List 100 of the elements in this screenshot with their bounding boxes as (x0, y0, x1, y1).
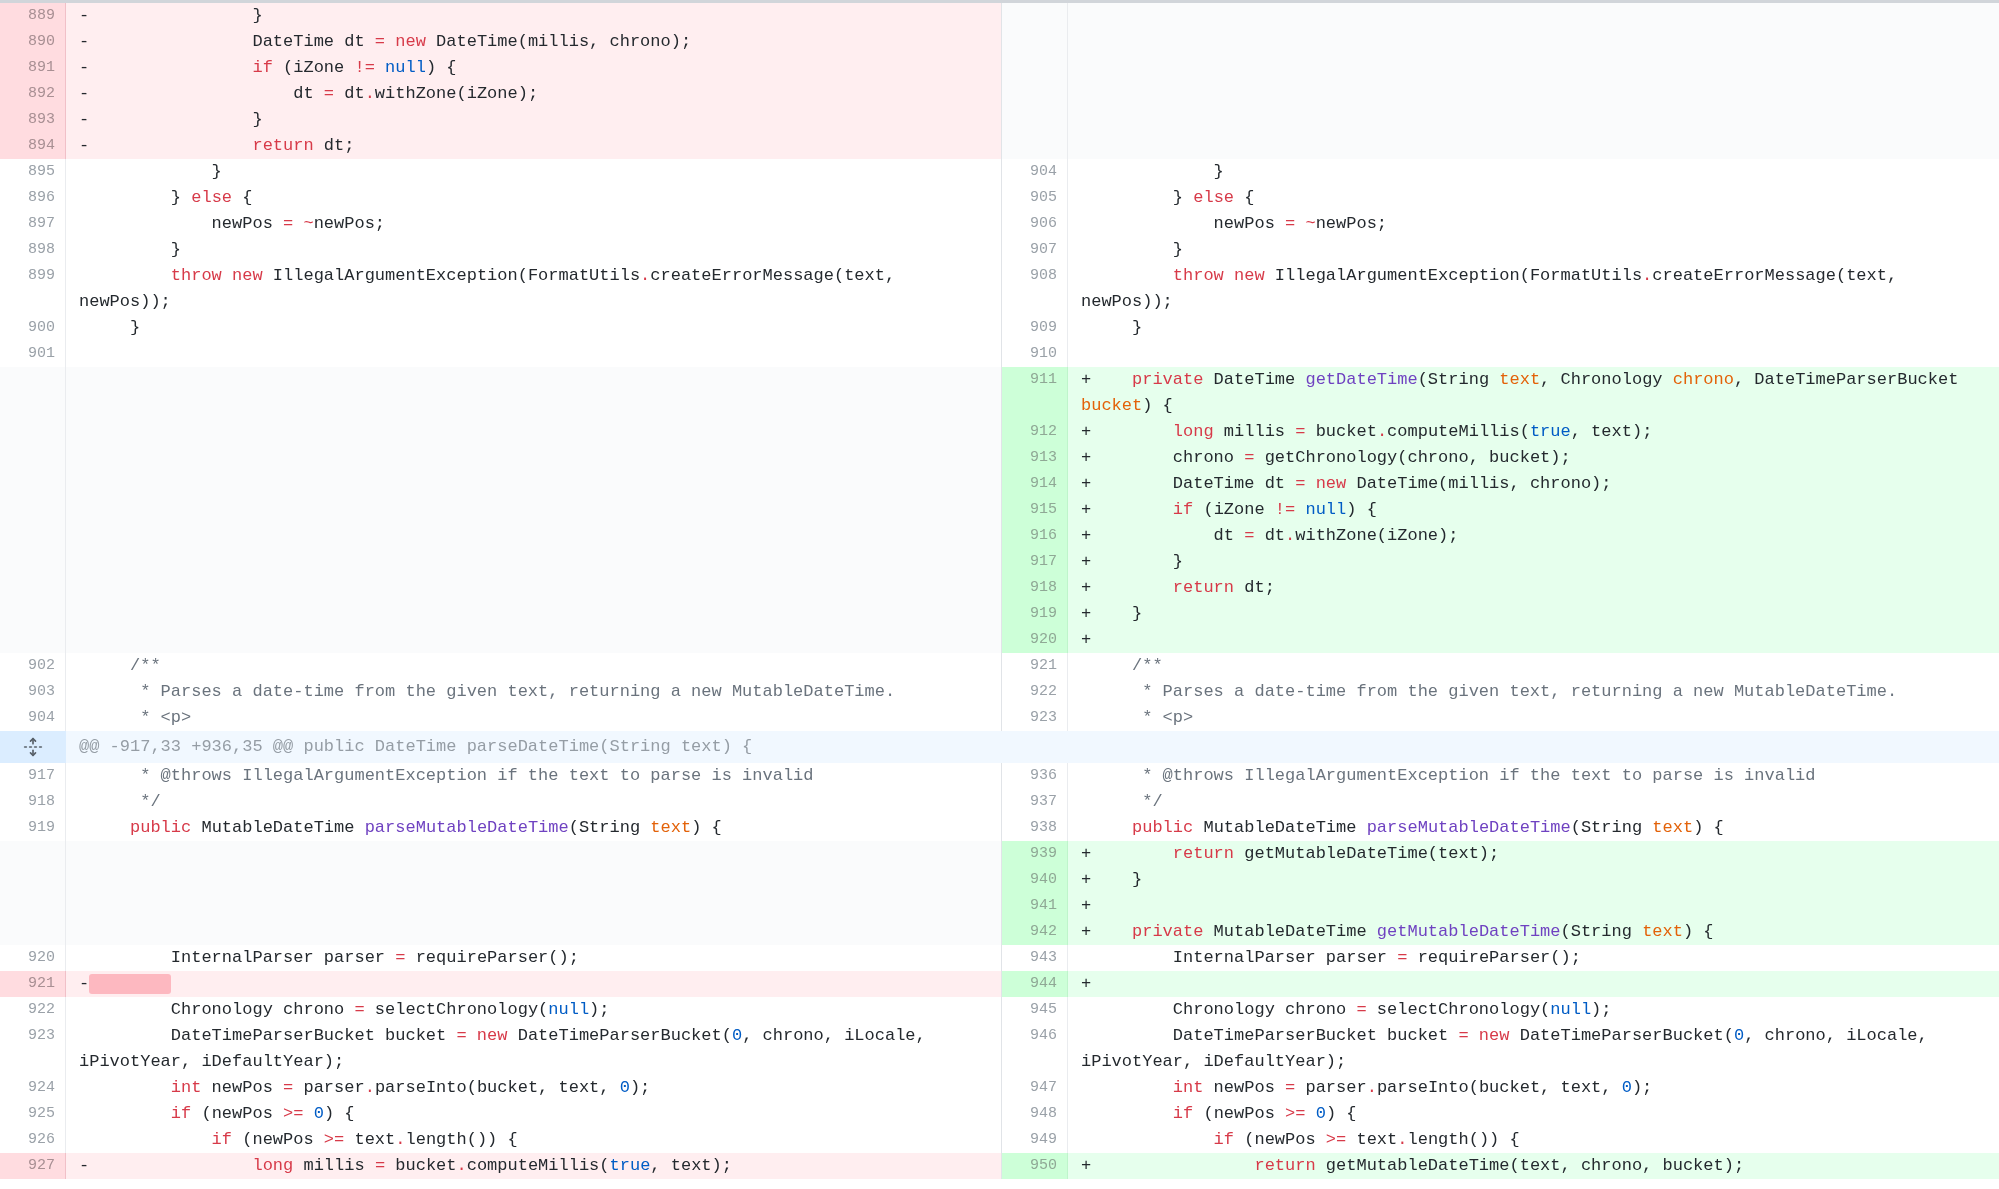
line-number: 923 (1030, 708, 1057, 728)
line-number: 937 (1030, 792, 1057, 812)
code-line: DateTimeParserBucket bucket = new DateTimeParserBucket(0, chrono, iLocale, iPivotYear, iDefaultYear); (79, 1025, 927, 1073)
line-number: 943 (1030, 948, 1057, 968)
code-line: */ (139, 791, 162, 813)
line-number: 919 (1030, 604, 1057, 624)
code-line: /** (1131, 655, 1164, 677)
line-number: 897 (28, 214, 55, 234)
code-line: if (newPos >= 0) { (169, 1103, 356, 1125)
line-number: 940 (1030, 870, 1057, 890)
code-line: } (129, 317, 142, 339)
line-number: 905 (1030, 188, 1057, 208)
code-line: + return dt; (1081, 577, 1276, 599)
code-line: } (1131, 317, 1144, 339)
code-line: if (newPos >= text.length()) { (210, 1129, 519, 1151)
line-number: 945 (1030, 1000, 1057, 1020)
line-number: 891 (28, 58, 55, 78)
code-line: DateTimeParserBucket bucket = new DateTimeParserBucket(0, chrono, iLocale, iPivotYear, iDefaultYear); (1081, 1025, 1929, 1073)
line-number: 906 (1030, 214, 1057, 234)
line-number: 926 (28, 1130, 55, 1150)
line-number: 909 (1030, 318, 1057, 338)
code-line: - long millis = bucket.computeMillis(true, text); (79, 1155, 733, 1177)
code-line: + } (1081, 603, 1144, 625)
line-number: 938 (1030, 818, 1057, 838)
code-line: throw new IllegalArgumentException(FormatUtils.createErrorMessage(text, newPos)); (79, 265, 897, 313)
line-number: 901 (28, 344, 55, 364)
line-number: 949 (1030, 1130, 1057, 1150)
line-number: 920 (1030, 630, 1057, 650)
code-line: + (1081, 973, 1093, 995)
code-line: throw new IllegalArgumentException(FormatUtils.createErrorMessage(text, newPos)); (1081, 265, 1899, 313)
code-line: - (79, 971, 966, 997)
code-line: int newPos = parser.parseInto(bucket, text, 0); (1171, 1077, 1654, 1099)
code-line: InternalParser parser = requireParser(); (1171, 947, 1582, 969)
line-number: 892 (28, 84, 55, 104)
line-number: 902 (28, 656, 55, 676)
code-line: public MutableDateTime parseMutableDateTime(String text) { (129, 817, 723, 839)
code-line: } (169, 239, 183, 261)
code-line: + private MutableDateTime getMutableDateTime(String text) { (1081, 921, 1715, 943)
code-line: + return getMutableDateTime(text, chrono, bucket); (1081, 1155, 1746, 1177)
line-number: 895 (28, 162, 55, 182)
line-number: 913 (1030, 448, 1057, 468)
line-number: 922 (28, 1000, 55, 1020)
line-number: 904 (1030, 162, 1057, 182)
line-number: 947 (1030, 1078, 1057, 1098)
line-number: 920 (28, 948, 55, 968)
line-number: 898 (28, 240, 55, 260)
code-line: } (1212, 161, 1225, 183)
code-line: * <p> (139, 707, 193, 729)
code-line: + } (1081, 869, 1144, 891)
code-line: newPos = ~newPos; (1212, 213, 1389, 235)
code-line: * @throws IllegalArgumentException if the text to parse is invalid (1141, 765, 1817, 787)
line-number: 941 (1030, 896, 1057, 916)
code-line: } (210, 161, 223, 183)
code-line: if (newPos >= 0) { (1171, 1103, 1358, 1125)
line-number: 918 (28, 792, 55, 812)
code-line: /** (129, 655, 162, 677)
line-number: 922 (1030, 682, 1057, 702)
code-line: } else { (1171, 187, 1256, 209)
code-line: - return dt; (79, 135, 356, 157)
line-number: 907 (1030, 240, 1057, 260)
code-line: - } (79, 5, 264, 27)
line-number: 916 (1030, 526, 1057, 546)
line-number: 894 (28, 136, 55, 156)
code-line: - dt = dt.withZone(iZone); (79, 83, 540, 105)
line-number: 946 (1030, 1026, 1057, 1046)
line-number: 911 (1030, 370, 1057, 390)
line-number: 915 (1030, 500, 1057, 520)
line-number: 914 (1030, 474, 1057, 494)
code-line: * Parses a date-time from the given text, returning a new MutableDateTime. (1141, 681, 1899, 703)
line-number: 903 (28, 682, 55, 702)
code-line: Chronology chrono = selectChronology(null); (1171, 999, 1613, 1021)
hunk-header-text: @@ -917,33 +936,35 @@ public DateTime parseDateTime(String text) { (78, 736, 753, 758)
code-line: * @throws IllegalArgumentException if the text to parse is invalid (139, 765, 815, 787)
line-number: 904 (28, 708, 55, 728)
line-number: 908 (1030, 266, 1057, 286)
line-number: 942 (1030, 922, 1057, 942)
code-line: + long millis = bucket.computeMillis(true, text); (1081, 421, 1654, 443)
line-number: 917 (1030, 552, 1057, 572)
code-line: + (1081, 895, 1093, 917)
line-number: 939 (1030, 844, 1057, 864)
code-line: - if (iZone != null) { (79, 57, 458, 79)
code-line: + return getMutableDateTime(text); (1081, 843, 1501, 865)
code-line: } (1171, 239, 1185, 261)
code-line: public MutableDateTime parseMutableDateTime(String text) { (1131, 817, 1725, 839)
line-number: 944 (1030, 974, 1057, 994)
code-line: - DateTime dt = new DateTime(millis, chrono); (79, 31, 693, 53)
line-number: 919 (28, 818, 55, 838)
line-number: 936 (1030, 766, 1057, 786)
line-number: 927 (28, 1156, 55, 1176)
line-number: 900 (28, 318, 55, 338)
code-line: */ (1141, 791, 1164, 813)
line-number: 896 (28, 188, 55, 208)
code-line: * Parses a date-time from the given text, returning a new MutableDateTime. (139, 681, 897, 703)
code-line: if (newPos >= text.length()) { (1212, 1129, 1521, 1151)
line-number: 918 (1030, 578, 1057, 598)
line-number: 925 (28, 1104, 55, 1124)
line-number: 950 (1030, 1156, 1057, 1176)
line-number: 912 (1030, 422, 1057, 442)
line-number: 910 (1030, 344, 1057, 364)
expand-icon[interactable] (23, 737, 43, 757)
